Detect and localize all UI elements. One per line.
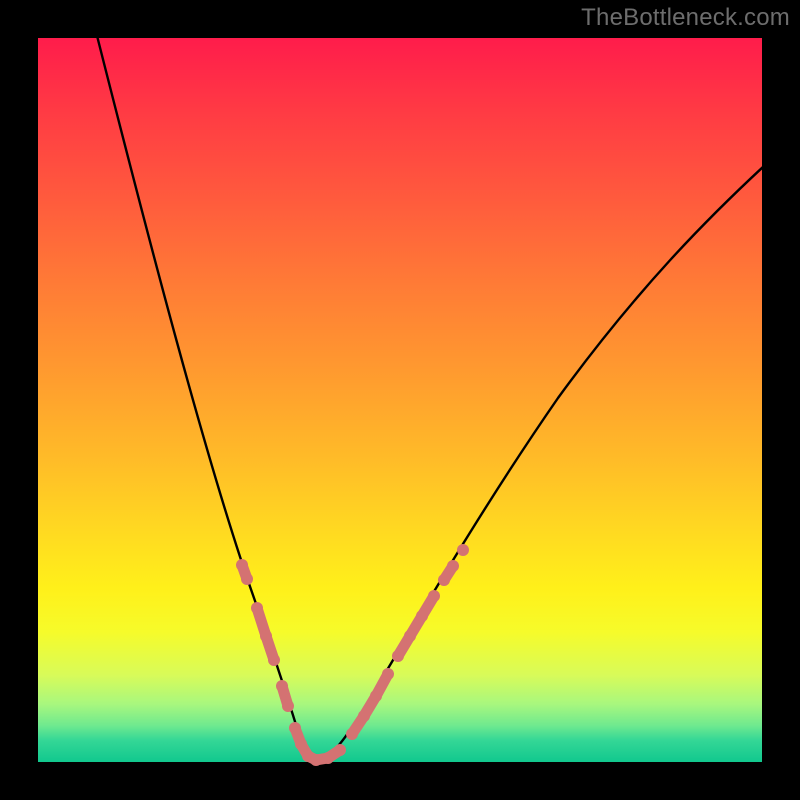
plot-area [38, 38, 762, 762]
highlight-segments [236, 544, 469, 766]
chart-canvas: TheBottleneck.com [0, 0, 800, 800]
bottleneck-curve [38, 38, 762, 762]
watermark-text: TheBottleneck.com [581, 4, 790, 32]
